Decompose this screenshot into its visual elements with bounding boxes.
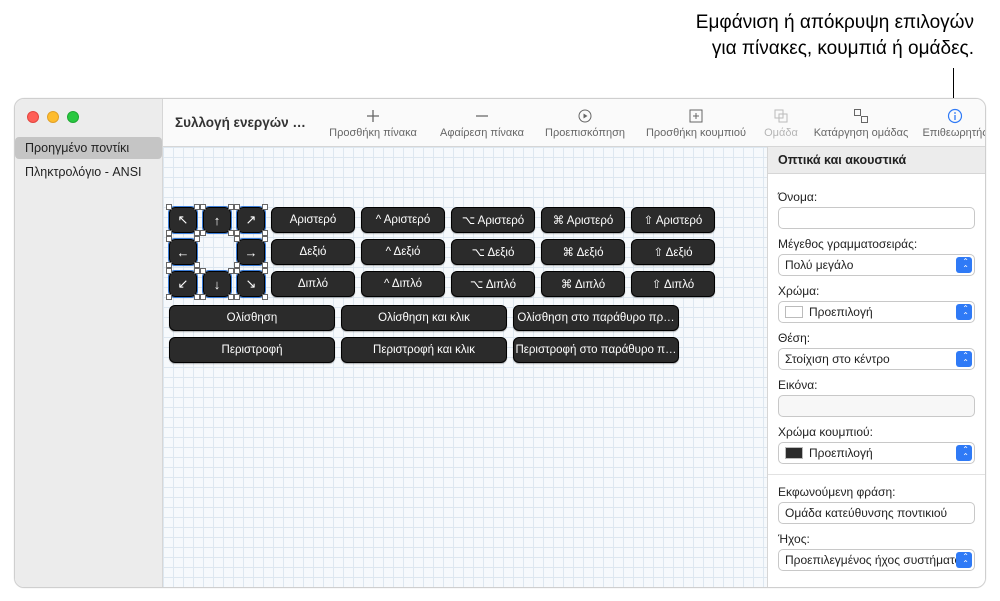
add-panel-button[interactable]: Προσθήκη πίνακα	[317, 105, 429, 139]
annotation-callout: Εμφάνιση ή απόκρυψη επιλογών για πίνακες…	[494, 10, 974, 61]
panel-button[interactable]: ⇧ Αριστερό	[631, 207, 715, 233]
panel-button[interactable]: Διπλό	[271, 271, 355, 297]
minimize-window-button[interactable]	[47, 111, 59, 123]
panel-button[interactable]: Περιστροφή στο παράθυρο π…	[513, 337, 679, 363]
phrase-label: Εκφωνούμενη φράση:	[778, 485, 975, 499]
panel-button[interactable]: Ολίσθηση στο παράθυρο πρ…	[513, 305, 679, 331]
canvas[interactable]: ↖ ↑ ↗ Αριστερό ^ Αριστερό ⌥ Αριστερό ⌘ Α…	[163, 147, 767, 587]
group-button[interactable]: Ομάδα	[757, 105, 805, 139]
group-icon	[773, 107, 789, 125]
panel-button[interactable]: ⌘ Διπλό	[541, 271, 625, 297]
panel-button[interactable]: Περιστροφή και κλικ	[341, 337, 507, 363]
sidebar-item-keyboard-ansi[interactable]: Πληκτρολόγιο - ANSI	[15, 161, 162, 183]
annotation-line2: για πίνακες, κουμπιά ή ομάδες.	[712, 38, 974, 59]
annotation-line1: Εμφάνιση ή απόκρυψη επιλογών	[696, 12, 974, 33]
inspector-panel: Οπτικά και ακουστικά Όνομα: Μέγεθος γραμ…	[767, 147, 985, 587]
panel-button[interactable]: ⌥ Διπλό	[451, 271, 535, 297]
name-label: Όνομα:	[778, 190, 975, 204]
info-icon	[947, 107, 963, 125]
ungroup-icon	[853, 107, 869, 125]
font-size-select[interactable]: Πολύ μεγάλο	[778, 254, 975, 276]
arrow-button[interactable]: ←	[169, 239, 197, 265]
arrow-button[interactable]: ↗	[237, 207, 265, 233]
image-label: Εικόνα:	[778, 378, 975, 392]
arrow-button[interactable]: →	[237, 239, 265, 265]
add-button-icon	[688, 107, 704, 125]
close-window-button[interactable]	[27, 111, 39, 123]
divider	[768, 474, 985, 475]
panel-editor-window: Προηγμένο ποντίκι Πληκτρολόγιο - ANSI Συ…	[14, 98, 986, 588]
remove-panel-button[interactable]: Αφαίρεση πίνακα	[429, 105, 535, 139]
name-field[interactable]	[778, 207, 975, 229]
button-color-select[interactable]: Προεπιλογή	[778, 442, 975, 464]
panel-button[interactable]: ⌥ Αριστερό	[451, 207, 535, 233]
ungroup-button[interactable]: Κατάργηση ομάδας	[805, 105, 917, 139]
add-button-button[interactable]: Προσθήκη κουμπιού	[635, 105, 757, 139]
wide-row-1: Περιστροφή Περιστροφή και κλικ Περιστροφ…	[169, 337, 679, 363]
window-controls	[15, 107, 162, 137]
sound-label: Ήχος:	[778, 532, 975, 546]
panel-button[interactable]: Αριστερό	[271, 207, 355, 233]
panel-button[interactable]: ⇧ Διπλό	[631, 271, 715, 297]
inspector-title: Οπτικά και ακουστικά	[768, 147, 985, 174]
phrase-field[interactable]: Ομάδα κατεύθυνσης ποντικιού	[778, 502, 975, 524]
text-color-select[interactable]: Προεπιλογή	[778, 301, 975, 323]
position-label: Θέση:	[778, 331, 975, 345]
preview-button[interactable]: Προεπισκόπηση	[535, 105, 635, 139]
workspace: ↖ ↑ ↗ Αριστερό ^ Αριστερό ⌥ Αριστερό ⌘ Α…	[163, 147, 985, 587]
panel-button[interactable]: ^ Διπλό	[361, 271, 445, 297]
arrow-button[interactable]: ↘	[237, 271, 265, 297]
panel-button[interactable]: ⌘ Αριστερό	[541, 207, 625, 233]
minus-icon	[474, 107, 490, 125]
arrow-button[interactable]: ↖	[169, 207, 197, 233]
main-area: Συλλογή ενεργών πι… Προσθήκη πίνακα Αφαί…	[163, 99, 985, 587]
zoom-window-button[interactable]	[67, 111, 79, 123]
button-color-label: Χρώμα κουμπιού:	[778, 425, 975, 439]
button-grid: ↖ ↑ ↗ Αριστερό ^ Αριστερό ⌥ Αριστερό ⌘ Α…	[169, 207, 715, 297]
image-select[interactable]	[778, 395, 975, 417]
plus-icon	[365, 107, 381, 125]
arrow-button[interactable]: ↙	[169, 271, 197, 297]
font-size-label: Μέγεθος γραμματοσειράς:	[778, 237, 975, 251]
panel-button[interactable]: ^ Δεξιό	[361, 239, 445, 265]
toolbar: Συλλογή ενεργών πι… Προσθήκη πίνακα Αφαί…	[163, 99, 985, 147]
color-label: Χρώμα:	[778, 284, 975, 298]
panel-button[interactable]: ⇧ Δεξιό	[631, 239, 715, 265]
position-select[interactable]: Στοίχιση στο κέντρο	[778, 348, 975, 370]
sidebar: Προηγμένο ποντίκι Πληκτρολόγιο - ANSI	[15, 99, 163, 587]
panel-button[interactable]: ⌘ Δεξιό	[541, 239, 625, 265]
panel-button[interactable]: Περιστροφή	[169, 337, 335, 363]
window-title: Συλλογή ενεργών πι…	[167, 105, 317, 130]
panel-button[interactable]: Ολίσθηση και κλικ	[341, 305, 507, 331]
arrow-button[interactable]: ↓	[203, 271, 231, 297]
inspector-toggle-button[interactable]: Επιθεωρητής	[917, 105, 985, 139]
arrow-button[interactable]: ↑	[203, 207, 231, 233]
panel-button[interactable]: Ολίσθηση	[169, 305, 335, 331]
panel-button[interactable]: Δεξιό	[271, 239, 355, 265]
panel-button[interactable]: ⌥ Δεξιό	[451, 239, 535, 265]
sound-select[interactable]: Προεπιλεγμένος ήχος συστήματος	[778, 549, 975, 571]
play-icon	[577, 107, 593, 125]
wide-row-0: Ολίσθηση Ολίσθηση και κλικ Ολίσθηση στο …	[169, 305, 679, 331]
panel-button[interactable]: ^ Αριστερό	[361, 207, 445, 233]
sidebar-item-advanced-mouse[interactable]: Προηγμένο ποντίκι	[15, 137, 162, 159]
